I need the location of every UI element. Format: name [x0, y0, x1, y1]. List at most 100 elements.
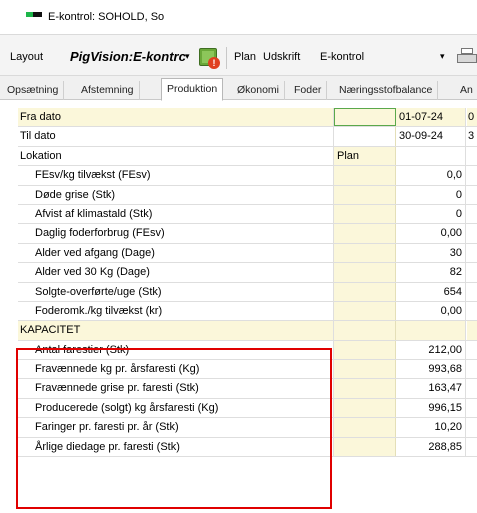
value-cell[interactable]: 993,68	[396, 360, 466, 379]
overflow-cell: 0	[467, 108, 477, 127]
overflow-cell	[467, 360, 477, 378]
overflow-cell	[467, 399, 477, 417]
tab-an[interactable]: An	[455, 81, 477, 100]
layout-select[interactable]: PigVision:E-kontrc	[70, 49, 186, 64]
value-cell[interactable]: 0	[396, 185, 466, 204]
table-row[interactable]: Daglig foderforbrug (FEsv) 0,00	[18, 224, 477, 244]
plan-cell[interactable]	[334, 204, 396, 224]
value-cell[interactable]: 01-07-24	[396, 108, 466, 127]
value-cell[interactable]: 996,15	[396, 398, 466, 418]
udskrift-select[interactable]: E-kontrol	[320, 51, 364, 63]
plan-cell	[334, 321, 396, 340]
tab-produktion[interactable]: Produktion	[161, 78, 224, 101]
overflow-cell	[467, 224, 477, 242]
row-label: FEsv/kg tilvækst (FEsv)	[18, 166, 334, 185]
overflow-cell	[467, 205, 477, 223]
table-row[interactable]: Døde grise (Stk) 0	[18, 185, 477, 205]
row-label: Døde grise (Stk)	[18, 185, 334, 204]
value-cell[interactable]: 0,00	[396, 301, 466, 321]
tab-oekonomi[interactable]: Økonomi	[232, 81, 286, 100]
value-cell[interactable]: 30-09-24	[396, 127, 466, 146]
tab-naeringsstofbalance[interactable]: Næringsstofbalance	[334, 81, 439, 100]
tab-opsaetning[interactable]: Opsætning	[2, 81, 65, 100]
section-header-kapacitet: KAPACITET	[18, 321, 334, 340]
row-label: Lokation	[18, 146, 334, 166]
plan-cell[interactable]: Plan	[334, 146, 396, 166]
plan-cell[interactable]	[334, 127, 396, 146]
table-row[interactable]: Alder ved afgang (Dage) 30	[18, 243, 477, 264]
value-cell[interactable]: 0	[396, 204, 466, 224]
overflow-cell	[467, 379, 477, 397]
udskrift-label: Udskrift	[263, 51, 301, 63]
row-label: Alder ved afgang (Dage)	[18, 243, 334, 263]
toolbar: Layout PigVision:E-kontrc ▾ ! Plan Udskr…	[0, 34, 477, 76]
overflow-cell	[467, 147, 477, 165]
value-cell[interactable]: 212,00	[396, 340, 466, 360]
row-label: Alder ved 30 Kg (Dage)	[18, 263, 334, 282]
table-row[interactable]: Foderomk./kg tilvækst (kr) 0,00	[18, 301, 477, 322]
plan-cell[interactable]	[334, 340, 396, 360]
plan-cell[interactable]	[334, 379, 396, 398]
row-label: Fra dato	[18, 108, 334, 127]
toolbar-divider	[226, 47, 227, 69]
layout-settings-icon[interactable]: !	[199, 48, 221, 70]
row-label: Daglig foderforbrug (FEsv)	[18, 224, 334, 243]
value-cell[interactable]: 82	[396, 263, 466, 282]
window-title: E-kontrol: SOHOLD, So	[48, 11, 165, 23]
plan-button[interactable]: Plan	[234, 51, 256, 63]
highlight-box	[16, 348, 332, 509]
tab-foder[interactable]: Foder	[289, 81, 328, 100]
plan-cell[interactable]	[334, 224, 396, 243]
table-row[interactable]: Lokation Plan	[18, 146, 477, 167]
overflow-cell	[467, 418, 477, 436]
row-label: Afvist af klimastald (Stk)	[18, 204, 334, 224]
plan-cell[interactable]	[334, 437, 396, 457]
value-cell[interactable]: 654	[396, 282, 466, 301]
plan-cell[interactable]	[334, 263, 396, 282]
tab-afstemning[interactable]: Afstemning	[76, 81, 140, 100]
overflow-cell	[467, 263, 477, 281]
overflow-cell	[467, 321, 477, 340]
title-bar: E-kontrol: SOHOLD, So	[0, 0, 477, 34]
row-label: Foderomk./kg tilvækst (kr)	[18, 301, 334, 321]
app-icon	[26, 12, 42, 22]
value-cell[interactable]: 0,0	[396, 166, 466, 185]
overflow-cell	[467, 438, 477, 456]
tab-bar: Opsætning Afstemning Produktion Økonomi …	[0, 76, 477, 101]
table-row[interactable]: FEsv/kg tilvækst (FEsv) 0,0	[18, 166, 477, 186]
value-cell[interactable]: 10,20	[396, 418, 466, 437]
value-cell[interactable]: 0,00	[396, 224, 466, 243]
printer-icon[interactable]	[457, 48, 477, 66]
plan-cell[interactable]	[334, 418, 396, 437]
value-cell[interactable]: 288,85	[396, 437, 466, 457]
value-cell[interactable]	[396, 146, 466, 166]
plan-cell[interactable]	[334, 166, 396, 185]
table-row[interactable]: Til dato 30-09-24 3	[18, 127, 477, 147]
value-cell[interactable]: 30	[396, 243, 466, 263]
value-cell	[396, 321, 466, 340]
table-row[interactable]: Solgte-overførte/uge (Stk) 654	[18, 282, 477, 302]
plan-cell[interactable]	[334, 398, 396, 418]
plan-cell[interactable]	[334, 360, 396, 379]
plan-cell[interactable]	[334, 301, 396, 321]
table-row[interactable]: Fra dato 01-07-24 0	[18, 108, 477, 128]
row-label: Til dato	[18, 127, 334, 146]
plan-cell[interactable]	[334, 282, 396, 301]
overflow-cell	[467, 341, 477, 359]
value-cell[interactable]: 163,47	[396, 379, 466, 398]
plan-cell[interactable]	[334, 243, 396, 263]
overflow-cell	[467, 166, 477, 184]
overflow-cell	[467, 186, 477, 204]
table-row[interactable]: Afvist af klimastald (Stk) 0	[18, 204, 477, 225]
overflow-cell: 3	[468, 130, 475, 143]
plan-cell[interactable]	[334, 108, 396, 127]
section-header-row: KAPACITET	[18, 321, 477, 341]
layout-dropdown-icon[interactable]: ▾	[185, 51, 190, 62]
overflow-cell	[467, 283, 477, 301]
table-row[interactable]: Alder ved 30 Kg (Dage) 82	[18, 263, 477, 283]
overflow-cell	[467, 244, 477, 262]
row-label: Solgte-overførte/uge (Stk)	[18, 282, 334, 301]
udskrift-dropdown-icon[interactable]: ▾	[440, 51, 445, 62]
plan-cell[interactable]	[334, 185, 396, 204]
overflow-cell	[467, 302, 477, 320]
